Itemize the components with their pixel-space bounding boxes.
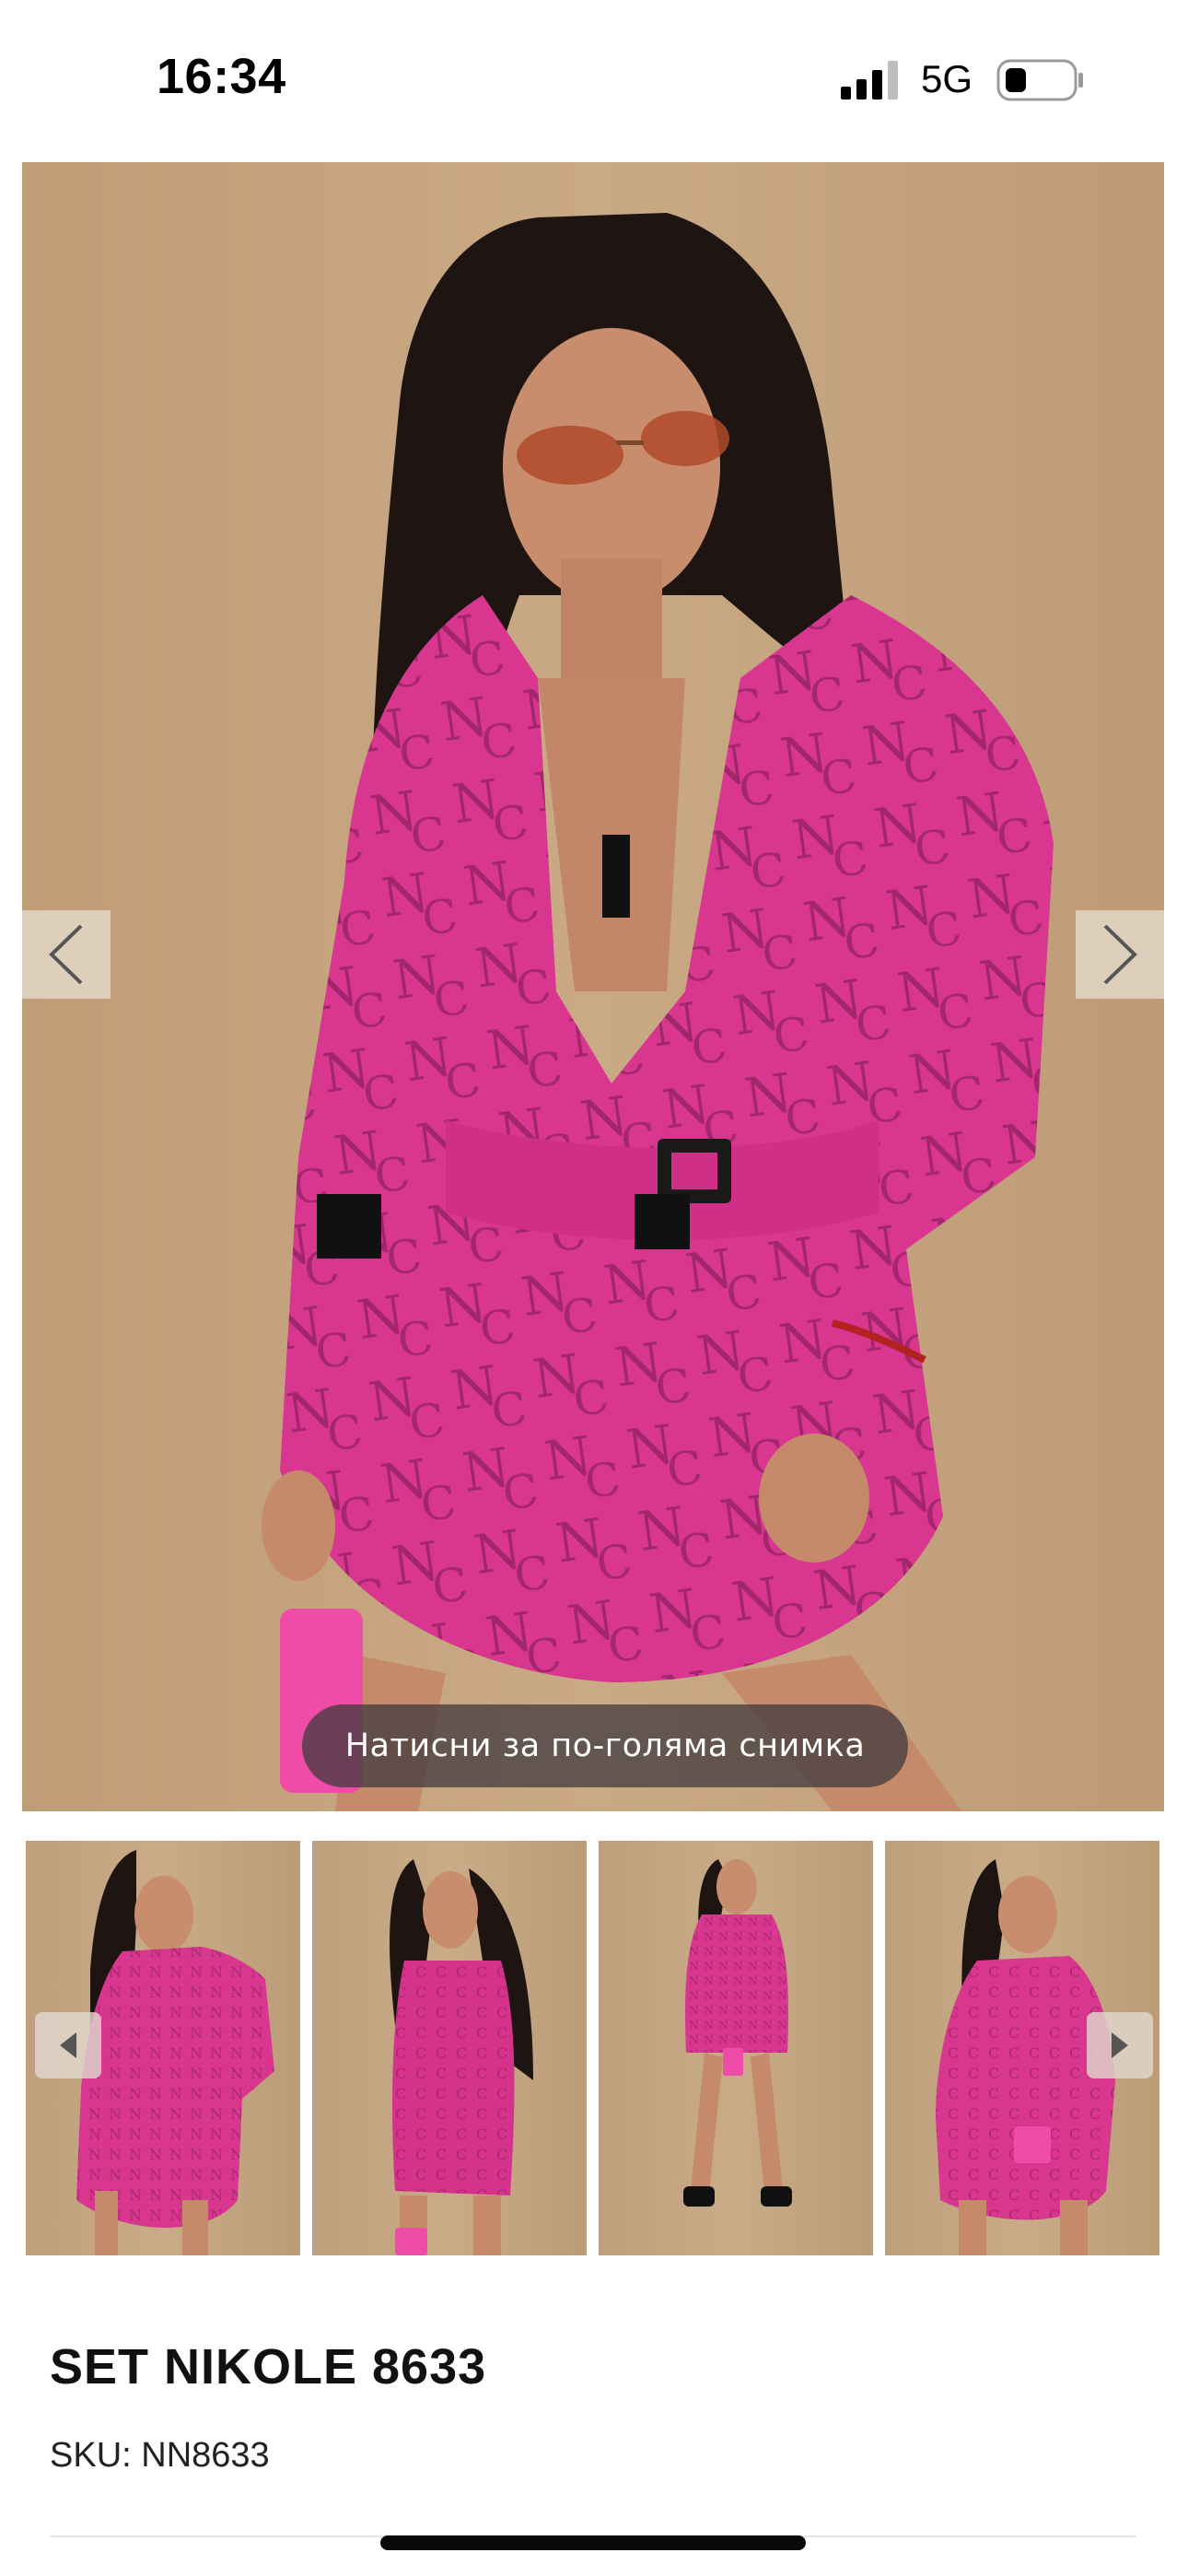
thumbnail-3[interactable]: N	[599, 1841, 873, 2255]
product-title: SET NIKOLE 8633	[50, 2339, 487, 2395]
gallery-next-button[interactable]	[1076, 910, 1164, 999]
thumbnail-photo: C	[390, 1859, 533, 2255]
status-bar: 16:34 5G	[0, 0, 1188, 161]
chevron-left-icon	[49, 924, 83, 985]
thumbnails-next-button[interactable]	[1087, 2012, 1153, 2078]
thumbnail-photo: N	[683, 1859, 792, 2207]
product-sku: SKU: NN8633	[50, 2436, 270, 2475]
network-label: 5G	[921, 57, 973, 100]
chevron-right-icon	[1103, 924, 1137, 985]
model-photo: N C	[22, 162, 1164, 1811]
product-main-image[interactable]: N C	[22, 162, 1164, 1811]
chevron-right-icon	[1112, 2032, 1128, 2058]
gallery-prev-button[interactable]	[22, 910, 111, 999]
status-time: 16:34	[157, 49, 286, 104]
home-indicator[interactable]	[380, 2535, 806, 2550]
thumbnail-strip: N C	[26, 1841, 1162, 2255]
zoom-hint[interactable]: Натисни за по-голяма снимка	[302, 1704, 908, 1787]
chevron-left-icon	[60, 2032, 76, 2058]
thumbnail-2[interactable]: C	[312, 1841, 587, 2255]
battery-icon	[996, 59, 1083, 101]
thumbnails-prev-button[interactable]	[35, 2012, 101, 2078]
product-page: 16:34 5G N C	[0, 0, 1188, 2576]
signal-icon	[841, 61, 898, 100]
